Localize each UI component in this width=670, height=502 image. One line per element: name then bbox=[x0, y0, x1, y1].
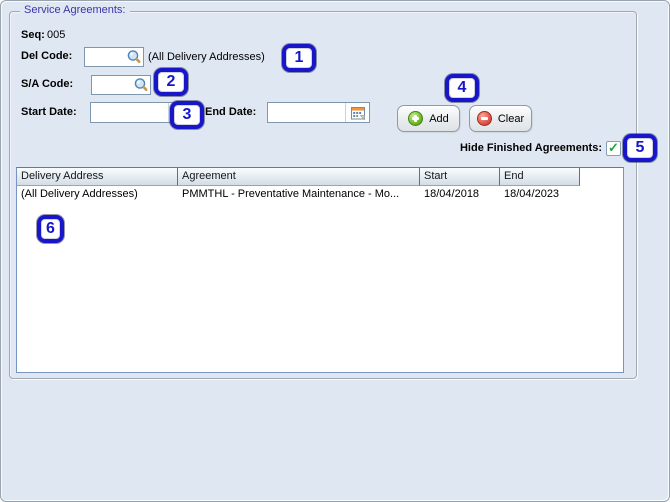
table-row[interactable]: (All Delivery Addresses) PMMTHL - Preven… bbox=[17, 186, 623, 204]
end-date-label: End Date: bbox=[205, 106, 257, 118]
service-agreements-groupbox: Service Agreements: Seq: 005 Del Code: (… bbox=[9, 4, 657, 379]
cell-end-date: 18/04/2023 bbox=[504, 188, 560, 200]
seq-value: 005 bbox=[47, 29, 66, 41]
annotation-badge-4: 4 bbox=[445, 74, 479, 102]
search-icon[interactable] bbox=[125, 48, 143, 66]
annotation-badge-1: 1 bbox=[282, 44, 316, 72]
clear-icon bbox=[476, 111, 492, 126]
start-date-input[interactable] bbox=[91, 103, 168, 122]
table-header: Delivery Address Agreement Start End bbox=[17, 168, 623, 186]
search-icon[interactable] bbox=[132, 76, 150, 94]
clear-button-label: Clear bbox=[497, 112, 525, 125]
hide-finished-label: Hide Finished Agreements: bbox=[459, 142, 602, 154]
hide-finished-checkbox[interactable]: ✓ bbox=[606, 141, 621, 156]
annotation-badge-6: 6 bbox=[37, 215, 64, 243]
column-header-agreement[interactable]: Agreement bbox=[178, 168, 420, 186]
start-date-label: Start Date: bbox=[21, 106, 77, 118]
sa-code-input[interactable] bbox=[92, 76, 132, 94]
annotation-badge-5: 5 bbox=[623, 134, 657, 162]
agreements-table[interactable]: Delivery Address Agreement Start End (Al… bbox=[16, 167, 624, 373]
del-code-label: Del Code: bbox=[21, 50, 73, 62]
cell-start-date: 18/04/2018 bbox=[424, 188, 480, 200]
column-header-delivery-address[interactable]: Delivery Address bbox=[17, 168, 178, 186]
cell-agreement: PMMTHL - Preventative Maintenance - Mo..… bbox=[182, 188, 400, 200]
sa-code-label: S/A Code: bbox=[21, 78, 74, 90]
column-header-start[interactable]: Start bbox=[420, 168, 500, 186]
cell-delivery-address: (All Delivery Addresses) bbox=[21, 188, 138, 200]
del-code-note: (All Delivery Addresses) bbox=[148, 51, 265, 63]
add-button-label: Add bbox=[429, 112, 449, 125]
seq-label: Seq: bbox=[21, 29, 45, 41]
end-date-field[interactable] bbox=[267, 102, 370, 123]
column-header-end[interactable]: End bbox=[500, 168, 580, 186]
add-icon bbox=[408, 111, 424, 126]
end-date-input[interactable] bbox=[268, 103, 345, 122]
annotation-badge-2: 2 bbox=[154, 68, 188, 96]
calendar-icon[interactable] bbox=[345, 103, 369, 122]
del-code-field[interactable] bbox=[84, 47, 144, 67]
add-button[interactable]: Add bbox=[397, 105, 460, 132]
del-code-input[interactable] bbox=[85, 48, 125, 66]
annotation-badge-3: 3 bbox=[170, 101, 204, 129]
sa-code-field[interactable] bbox=[91, 75, 151, 95]
clear-button[interactable]: Clear bbox=[469, 105, 532, 132]
groupbox-title: Service Agreements: bbox=[20, 4, 130, 16]
check-icon: ✓ bbox=[608, 140, 619, 155]
service-agreements-panel: Service Agreements: Seq: 005 Del Code: (… bbox=[0, 0, 670, 502]
